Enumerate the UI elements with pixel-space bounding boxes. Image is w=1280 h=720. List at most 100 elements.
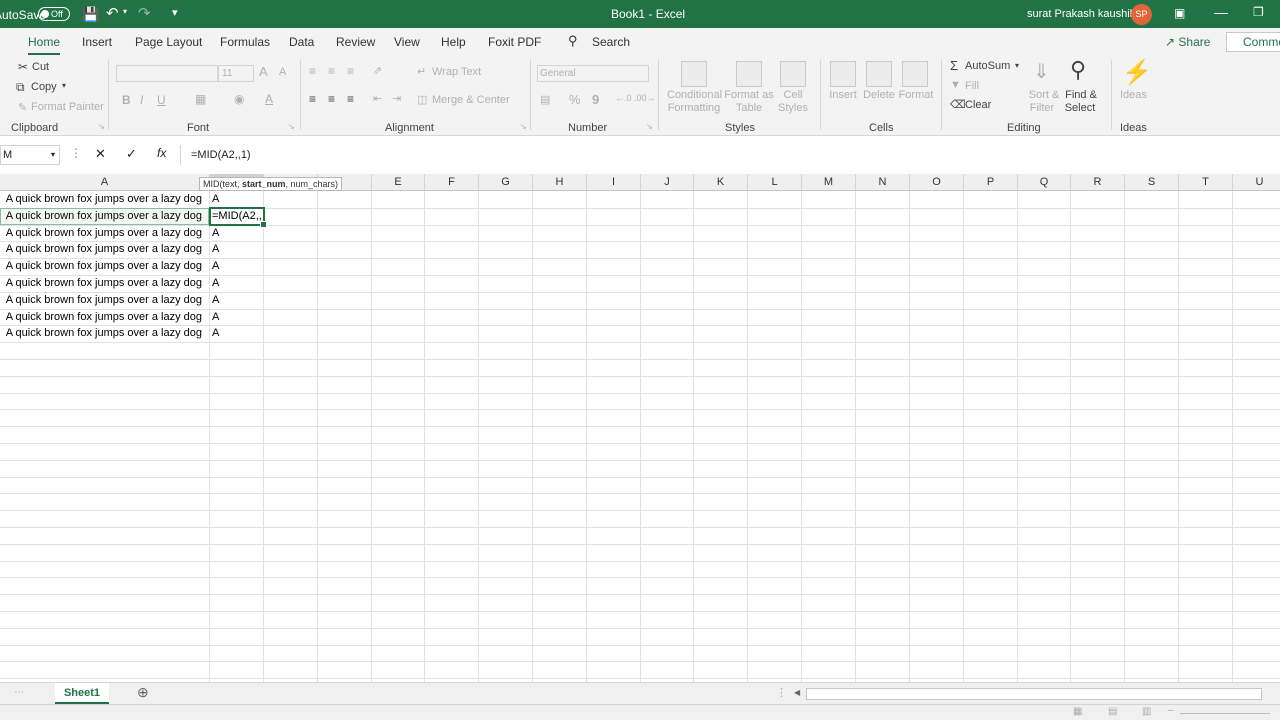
user-name[interactable]: surat Prakash kaushik (1027, 8, 1135, 20)
minimize-icon[interactable]: — (1214, 4, 1228, 20)
formula-input[interactable]: =MID(A2,,1) (180, 145, 1280, 165)
tab-page-layout[interactable]: Page Layout (135, 35, 202, 49)
cut-icon[interactable]: ✂ (18, 60, 28, 74)
tab-data[interactable]: Data (289, 35, 314, 49)
increase-indent-icon[interactable]: ⇥ (392, 92, 401, 105)
cell-b[interactable]: A (212, 292, 219, 309)
column-header[interactable]: E (372, 174, 425, 191)
redo-icon[interactable]: ↷ (138, 4, 151, 22)
format-cells-icon[interactable] (902, 61, 928, 87)
column-header[interactable]: N (856, 174, 910, 191)
cell-a[interactable]: A quick brown fox jumps over a lazy dog (0, 309, 202, 326)
column-header[interactable]: J (641, 174, 694, 191)
borders-icon[interactable]: ▦ (195, 92, 206, 106)
find-select-label-1[interactable]: Find & (1061, 89, 1101, 101)
ideas-icon[interactable]: ⚡ (1122, 58, 1152, 87)
zoom-out-icon[interactable]: – (1168, 705, 1174, 716)
alignment-launcher-icon[interactable]: ↘ (520, 122, 527, 131)
cell-a[interactable]: A quick brown fox jumps over a lazy dog (0, 292, 202, 309)
align-right-icon[interactable]: ≡ (347, 92, 354, 106)
share-button[interactable]: ↗ Share (1161, 32, 1219, 52)
delete-cells-icon[interactable] (866, 61, 892, 87)
autosum-icon[interactable]: Σ (950, 58, 958, 73)
cell-b[interactable]: A (212, 325, 219, 342)
customize-toolbar-icon[interactable]: ▾ (172, 6, 178, 19)
save-icon[interactable]: 💾 (82, 6, 99, 23)
cell-b[interactable]: A (212, 275, 219, 292)
tab-review[interactable]: Review (336, 35, 375, 49)
cell-b[interactable]: A (212, 309, 219, 326)
column-header[interactable]: F (425, 174, 479, 191)
number-launcher-icon[interactable]: ↘ (646, 122, 653, 131)
increase-decimal-icon[interactable]: ←.0 (615, 93, 632, 103)
insert-function-icon[interactable]: fx (157, 146, 166, 160)
font-name-dropdown[interactable] (116, 65, 218, 82)
normal-view-icon[interactable]: ▦ (1073, 706, 1082, 717)
cell-styles-icon[interactable] (780, 61, 806, 87)
conditional-formatting-label-2[interactable]: Formatting (664, 102, 724, 114)
cell-a[interactable]: A quick brown fox jumps over a lazy dog (0, 258, 202, 275)
sheet-nav-icon[interactable]: ⋯ (14, 687, 24, 698)
column-header[interactable]: Q (1018, 174, 1071, 191)
fill-button[interactable]: Fill (965, 80, 979, 92)
zoom-slider[interactable] (1180, 713, 1270, 714)
sort-filter-icon[interactable]: ⇓ (1033, 59, 1050, 84)
search-icon[interactable]: ⚲ (568, 33, 578, 49)
cut-button[interactable]: Cut (32, 61, 49, 73)
autosum-dropdown-icon[interactable]: ▾ (1015, 61, 1019, 70)
decrease-indent-icon[interactable]: ⇤ (373, 92, 382, 105)
avatar[interactable]: SP (1131, 4, 1152, 25)
column-header[interactable]: O (910, 174, 964, 191)
search-label[interactable]: Search (592, 35, 630, 49)
column-header[interactable]: S (1125, 174, 1179, 191)
cell-a[interactable]: A quick brown fox jumps over a lazy dog (0, 325, 202, 342)
tab-insert[interactable]: Insert (82, 35, 112, 49)
format-as-table-label-1[interactable]: Format as (724, 89, 774, 101)
column-header[interactable]: L (748, 174, 802, 191)
tab-formulas[interactable]: Formulas (220, 35, 270, 49)
ribbon-display-icon[interactable]: ▣ (1174, 6, 1185, 20)
page-layout-view-icon[interactable]: ▤ (1108, 706, 1117, 717)
sort-filter-label-1[interactable]: Sort & (1023, 89, 1065, 101)
column-header[interactable]: R (1071, 174, 1125, 191)
wrap-text-icon[interactable]: ↵ (417, 65, 426, 78)
column-header[interactable]: A (0, 174, 210, 191)
cell-styles-label-1[interactable]: Cell (773, 89, 813, 101)
cell-a[interactable]: A quick brown fox jumps over a lazy dog (0, 191, 202, 208)
find-select-icon[interactable]: ⚲ (1070, 57, 1086, 83)
delete-cells-button[interactable]: Delete (860, 89, 898, 101)
column-header[interactable]: T (1179, 174, 1233, 191)
conditional-formatting-label-1[interactable]: Conditional (667, 89, 722, 101)
increase-font-button[interactable]: A (259, 64, 268, 79)
name-box[interactable]: M ▾ (0, 145, 60, 165)
tab-view[interactable]: View (394, 35, 420, 49)
format-cells-button[interactable]: Format (896, 89, 936, 101)
font-size-dropdown[interactable]: 11 (218, 65, 254, 82)
number-format-dropdown[interactable]: General (537, 65, 649, 82)
add-sheet-icon[interactable]: ⊕ (137, 684, 149, 701)
cell-b[interactable]: A (212, 191, 219, 208)
insert-cells-button[interactable]: Insert (824, 89, 862, 101)
font-launcher-icon[interactable]: ↘ (288, 122, 295, 131)
tab-home[interactable]: Home (28, 35, 61, 55)
align-left-icon[interactable]: ≡ (309, 92, 316, 106)
accounting-format-icon[interactable]: ▤ (540, 93, 550, 106)
top-align-icon[interactable]: ≡ (309, 64, 316, 78)
wrap-text-button[interactable]: Wrap Text (432, 66, 481, 78)
cell-b[interactable]: A (212, 258, 219, 275)
column-header[interactable]: H (533, 174, 587, 191)
decrease-decimal-icon[interactable]: .00→ (634, 93, 656, 103)
column-header[interactable]: M (802, 174, 856, 191)
scroll-left-icon[interactable]: ◀ (794, 688, 800, 697)
comments-button[interactable]: Comme (1226, 32, 1280, 52)
cell-styles-label-2[interactable]: Styles (773, 102, 813, 114)
column-header[interactable]: I (587, 174, 641, 191)
format-painter-icon[interactable]: ✎ (18, 101, 27, 114)
undo-dropdown-icon[interactable]: ▾ (123, 7, 127, 16)
underline-button[interactable]: U (157, 93, 166, 107)
fill-icon[interactable]: ▼ (950, 79, 961, 91)
copy-button[interactable]: Copy (31, 81, 57, 93)
clear-icon[interactable]: ⌫ (950, 98, 966, 111)
name-box-dropdown-icon[interactable]: ▾ (51, 146, 55, 164)
ideas-button[interactable]: Ideas (1120, 89, 1147, 101)
